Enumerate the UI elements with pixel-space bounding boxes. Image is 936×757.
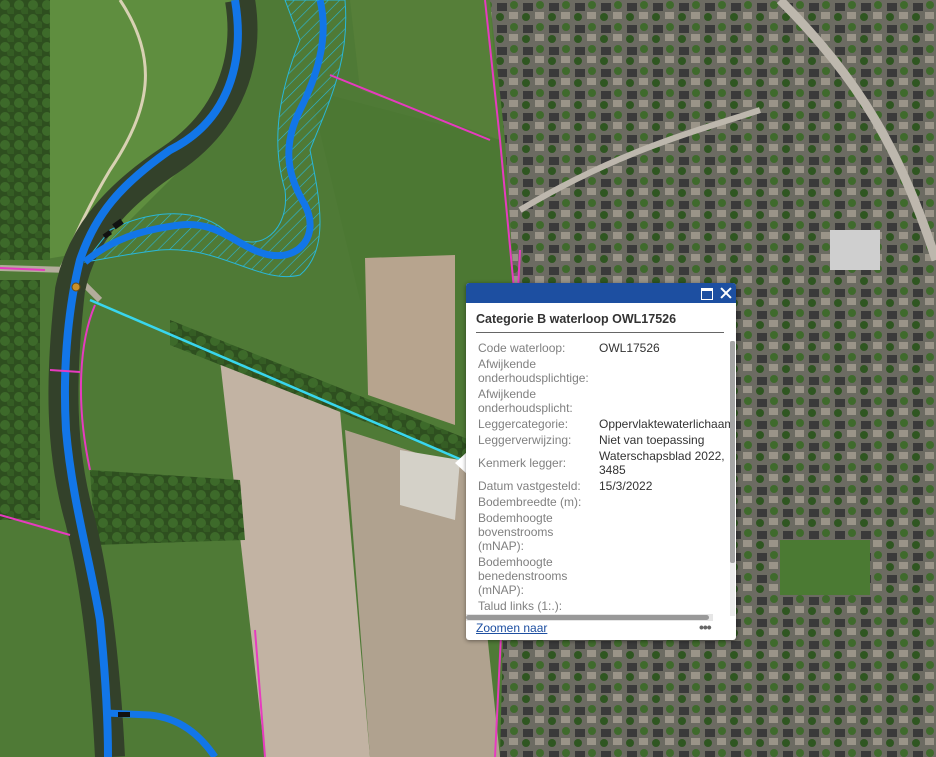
- attribute-value: Waterschapsblad 2022, 3485: [599, 449, 725, 477]
- popup-title: Categorie B waterloop OWL17526: [476, 312, 724, 333]
- more-options-button[interactable]: •••: [699, 619, 712, 635]
- popup-header: [466, 283, 736, 303]
- tree-belt-north: [0, 0, 50, 260]
- attribute-label: Datum vastgesteld:: [478, 479, 581, 493]
- vertical-scroll-thumb[interactable]: [730, 341, 735, 563]
- culvert-3: [118, 712, 130, 717]
- attribute-label: Afwijkende onderhoudsplichtige:: [478, 357, 589, 385]
- attribute-label: Kenmerk legger:: [478, 456, 567, 470]
- attribute-value: 15/3/2022: [599, 479, 653, 493]
- tree-cluster: [90, 470, 245, 545]
- attribute-label: Bodemhoogte benedenstrooms (mNAP):: [478, 555, 568, 597]
- feature-popup: Categorie B waterloop OWL17526 Code wate…: [466, 283, 736, 640]
- attribute-label: Talud links (1:.):: [478, 599, 563, 613]
- attribute-label: Code waterloop:: [478, 341, 566, 355]
- vertical-scrollbar[interactable]: [730, 341, 735, 616]
- attribute-value: OWL17526: [599, 341, 660, 355]
- attribute-label: Afwijkende onderhoudsplicht:: [478, 387, 573, 415]
- horizontal-scroll-thumb[interactable]: [466, 615, 709, 620]
- attribute-label: Leggerverwijzing:: [478, 433, 572, 447]
- attribute-label: Leggercategorie:: [478, 417, 569, 431]
- zoom-to-link[interactable]: Zoomen naar: [476, 621, 547, 635]
- sports-field: [780, 540, 870, 595]
- tree-belt-west: [0, 280, 40, 520]
- horizontal-scrollbar[interactable]: [466, 614, 713, 621]
- close-icon[interactable]: [719, 286, 733, 300]
- attribute-value: Niet van toepassing: [599, 433, 705, 447]
- attribute-label: Bodembreedte (m):: [478, 495, 582, 509]
- maximize-icon[interactable]: [700, 286, 714, 300]
- attribute-table[interactable]: Code waterloop: OWL17526 Afwijkende onde…: [478, 341, 736, 613]
- weir-point[interactable]: [71, 282, 81, 292]
- large-building: [830, 230, 880, 270]
- attribute-label: Bodemhoogte bovenstrooms (mNAP):: [478, 511, 554, 553]
- attribute-value: Oppervlaktewaterlichaam: [599, 417, 735, 431]
